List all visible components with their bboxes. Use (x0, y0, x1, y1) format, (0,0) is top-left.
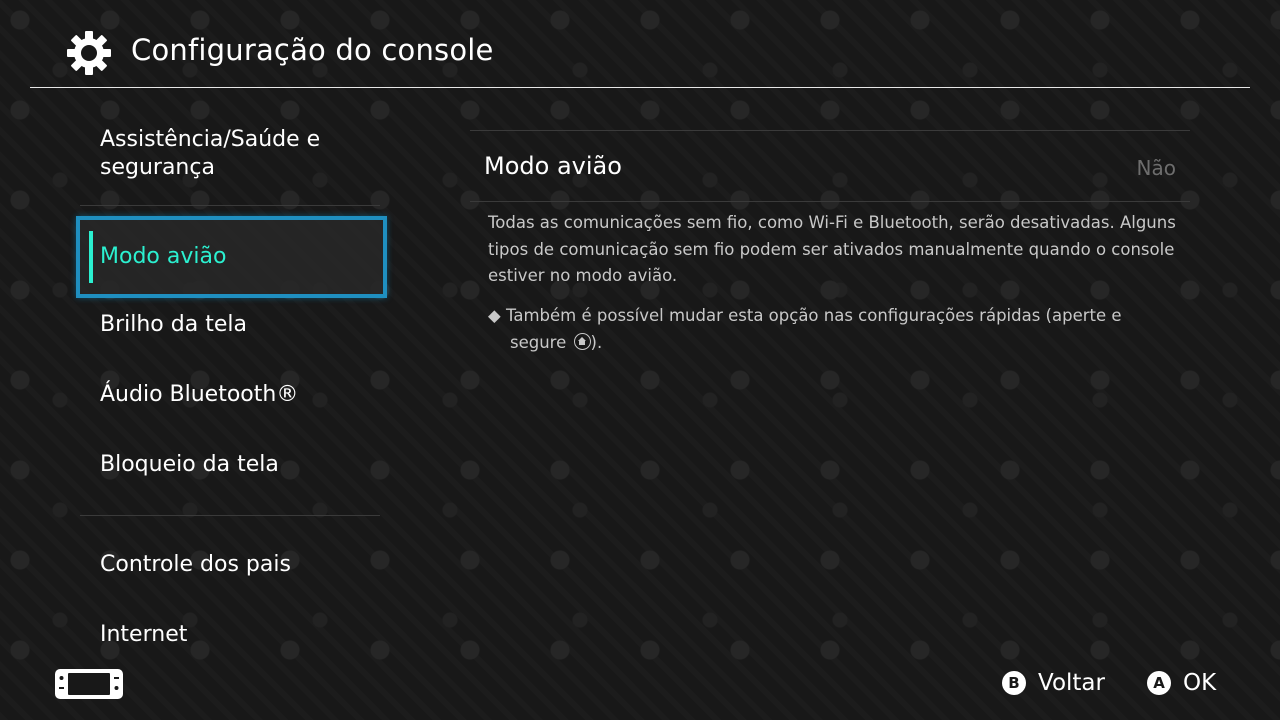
sidebar: Assistência/Saúde e segurança Modo avião… (0, 88, 440, 668)
sidebar-item-assistencia[interactable]: Assistência/Saúde e segurança (100, 126, 360, 182)
sidebar-divider (80, 515, 380, 516)
page-title: Configuração do console (131, 33, 494, 67)
note-text-end: ). (590, 332, 603, 352)
gear-icon (67, 31, 111, 75)
note-text-line1: Também é possível mudar esta opção nas c… (506, 306, 1122, 325)
option-description: Todas as comunicações sem fio, como Wi-F… (488, 213, 1176, 285)
selection-indicator (89, 231, 93, 283)
footer: B Voltar A OK (0, 660, 1280, 720)
sidebar-divider (80, 205, 380, 206)
home-button-icon (573, 332, 591, 350)
a-button-icon: A (1147, 671, 1171, 695)
option-note: ◆ Também é possível mudar esta opção nas … (488, 303, 1178, 356)
b-button-icon: B (1002, 671, 1026, 695)
sidebar-item-brilho[interactable]: Brilho da tela (100, 311, 247, 339)
header: Configuração do console (0, 0, 1280, 88)
sidebar-item-controle-pais[interactable]: Controle dos pais (100, 551, 291, 579)
handheld-console-icon (55, 669, 123, 699)
ok-button[interactable]: A OK (1147, 670, 1216, 696)
content-divider-top (470, 130, 1190, 131)
back-label: Voltar (1038, 670, 1105, 696)
sidebar-item-audio-bluetooth[interactable]: Áudio Bluetooth® (100, 381, 298, 409)
sidebar-item-internet[interactable]: Internet (100, 621, 187, 649)
sidebar-item-label: Modo avião (100, 244, 227, 269)
back-button[interactable]: B Voltar (1002, 670, 1105, 696)
note-text-line2: segure (510, 332, 567, 352)
option-value: Não (1136, 156, 1176, 180)
option-label[interactable]: Modo avião (484, 152, 622, 180)
ok-label: OK (1183, 670, 1217, 696)
content-divider-bottom (470, 201, 1190, 202)
sidebar-item-modo-aviao[interactable]: Modo avião (76, 216, 387, 298)
note-bullet: ◆ (488, 306, 501, 325)
sidebar-item-bloqueio[interactable]: Bloqueio da tela (100, 451, 279, 479)
